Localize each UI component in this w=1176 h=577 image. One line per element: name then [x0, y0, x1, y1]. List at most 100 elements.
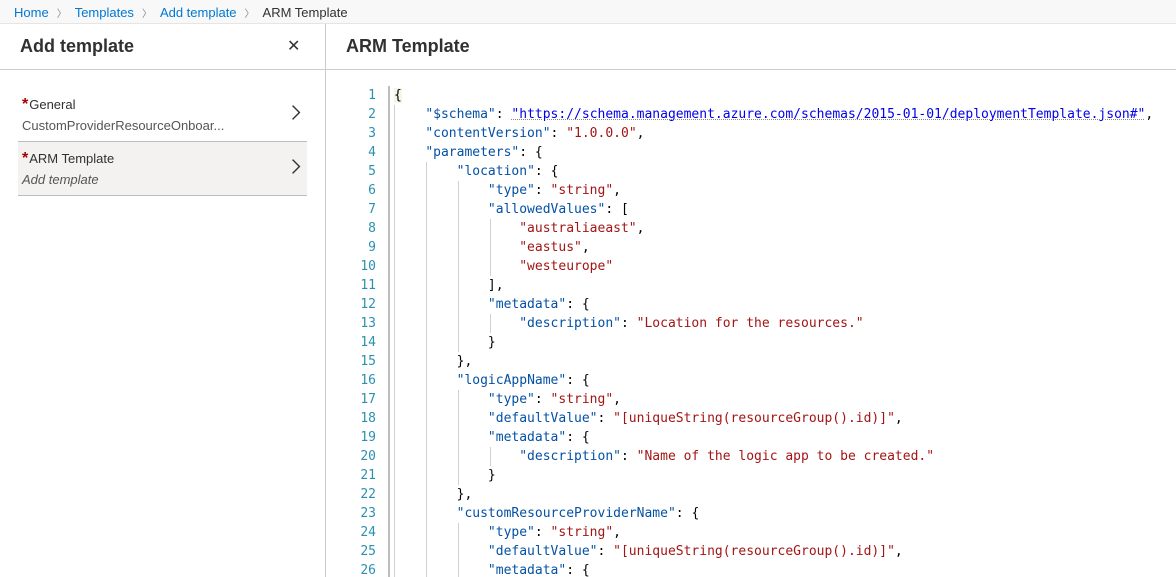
code-token: }	[488, 468, 496, 483]
right-blade: ARM Template 123456789101112131415161718…	[326, 24, 1176, 577]
code-token: "location"	[457, 164, 535, 179]
code-token: ,	[637, 126, 645, 141]
code-editor[interactable]: 1234567891011121314151617181920212223242…	[346, 86, 1176, 577]
code-token: {	[582, 297, 590, 312]
code-line[interactable]: "defaultValue": "[uniqueString(resourceG…	[390, 409, 1176, 428]
step-sub: Add template	[22, 168, 303, 187]
code-line[interactable]: "australiaeast",	[390, 219, 1176, 238]
line-number: 22	[346, 485, 376, 504]
code-token: ,	[1145, 107, 1153, 122]
code-line[interactable]: "type": "string",	[390, 523, 1176, 542]
code-token: :	[535, 164, 551, 179]
step-arm-template[interactable]: *ARM Template Add template	[18, 142, 307, 196]
code-token: "https://schema.management.azure.com/sch…	[511, 107, 1145, 122]
code-token: "type"	[488, 525, 535, 540]
required-mark: *	[22, 150, 28, 167]
code-line[interactable]: "defaultValue": "[uniqueString(resourceG…	[390, 542, 1176, 561]
code-line[interactable]: },	[390, 485, 1176, 504]
code-line[interactable]: "parameters": {	[390, 143, 1176, 162]
line-number: 4	[346, 143, 376, 162]
code-line[interactable]: "metadata": {	[390, 428, 1176, 447]
code-line[interactable]: "description": "Location for the resourc…	[390, 314, 1176, 333]
code-line[interactable]: "description": "Name of the logic app to…	[390, 447, 1176, 466]
code-token: "$schema"	[425, 107, 495, 122]
close-icon[interactable]	[287, 38, 305, 56]
code-token: "[uniqueString(resourceGroup().id)]"	[613, 411, 895, 426]
chevron-right-icon: 〉	[245, 5, 255, 20]
line-number: 25	[346, 542, 376, 561]
line-number: 12	[346, 295, 376, 314]
left-blade-header: Add template	[0, 24, 325, 70]
code-line[interactable]: }	[390, 333, 1176, 352]
line-number: 20	[346, 447, 376, 466]
code-line[interactable]: "contentVersion": "1.0.0.0",	[390, 124, 1176, 143]
code-token: "metadata"	[488, 563, 566, 577]
line-number: 5	[346, 162, 376, 181]
breadcrumb-home[interactable]: Home	[14, 5, 49, 20]
line-number: 17	[346, 390, 376, 409]
line-number: 16	[346, 371, 376, 390]
code-line[interactable]: "eastus",	[390, 238, 1176, 257]
line-number: 11	[346, 276, 376, 295]
code-token: {	[535, 145, 543, 160]
line-number: 7	[346, 200, 376, 219]
code-token: "Location for the resources."	[637, 316, 864, 331]
code-token: {	[582, 563, 590, 577]
code-token: :	[535, 525, 551, 540]
code-line[interactable]: {	[390, 86, 1176, 105]
step-label: General	[29, 97, 75, 112]
code-token: "description"	[519, 316, 621, 331]
code-token: :	[566, 297, 582, 312]
code-line[interactable]: "metadata": {	[390, 561, 1176, 577]
line-number: 23	[346, 504, 376, 523]
chevron-right-icon: 〉	[57, 5, 67, 20]
breadcrumb-add-template[interactable]: Add template	[160, 5, 237, 20]
code-token: :	[598, 411, 614, 426]
code-line[interactable]: "location": {	[390, 162, 1176, 181]
step-general[interactable]: *General CustomProviderResourceOnboar...	[18, 88, 307, 142]
code-area[interactable]: { "$schema": "https://schema.management.…	[388, 86, 1176, 577]
breadcrumb-templates[interactable]: Templates	[75, 5, 134, 20]
code-line[interactable]: "customResourceProviderName": {	[390, 504, 1176, 523]
chevron-right-icon	[291, 158, 301, 179]
code-token: "customResourceProviderName"	[457, 506, 676, 521]
code-token: :	[519, 145, 535, 160]
code-line[interactable]: ],	[390, 276, 1176, 295]
code-token: :	[621, 316, 637, 331]
code-line[interactable]: }	[390, 466, 1176, 485]
code-token: "[uniqueString(resourceGroup().id)]"	[613, 544, 895, 559]
code-token: :	[535, 183, 551, 198]
line-number: 8	[346, 219, 376, 238]
code-token: {	[394, 88, 402, 103]
line-number: 26	[346, 561, 376, 577]
line-number: 3	[346, 124, 376, 143]
code-token: "metadata"	[488, 297, 566, 312]
code-line[interactable]: "$schema": "https://schema.management.az…	[390, 105, 1176, 124]
code-token: "australiaeast"	[519, 221, 636, 236]
line-number: 19	[346, 428, 376, 447]
line-number: 21	[346, 466, 376, 485]
chevron-right-icon: 〉	[142, 5, 152, 20]
breadcrumb-current: ARM Template	[263, 5, 348, 20]
code-token: "string"	[551, 392, 614, 407]
code-line[interactable]: "westeurope"	[390, 257, 1176, 276]
code-line[interactable]: "type": "string",	[390, 390, 1176, 409]
code-token: :	[598, 544, 614, 559]
code-token: "string"	[551, 525, 614, 540]
left-blade: Add template *General CustomProviderReso…	[0, 24, 326, 577]
left-blade-body: *General CustomProviderResourceOnboar...…	[0, 70, 325, 214]
line-number: 24	[346, 523, 376, 542]
line-number: 18	[346, 409, 376, 428]
line-number: 13	[346, 314, 376, 333]
chevron-right-icon	[291, 104, 301, 125]
code-token: {	[582, 373, 590, 388]
code-line[interactable]: },	[390, 352, 1176, 371]
code-line[interactable]: "type": "string",	[390, 181, 1176, 200]
code-token: }	[488, 335, 496, 350]
line-number: 15	[346, 352, 376, 371]
code-line[interactable]: "allowedValues": [	[390, 200, 1176, 219]
code-line[interactable]: "metadata": {	[390, 295, 1176, 314]
code-line[interactable]: "logicAppName": {	[390, 371, 1176, 390]
code-token: "Name of the logic app to be created."	[637, 449, 934, 464]
code-token: :	[621, 449, 637, 464]
